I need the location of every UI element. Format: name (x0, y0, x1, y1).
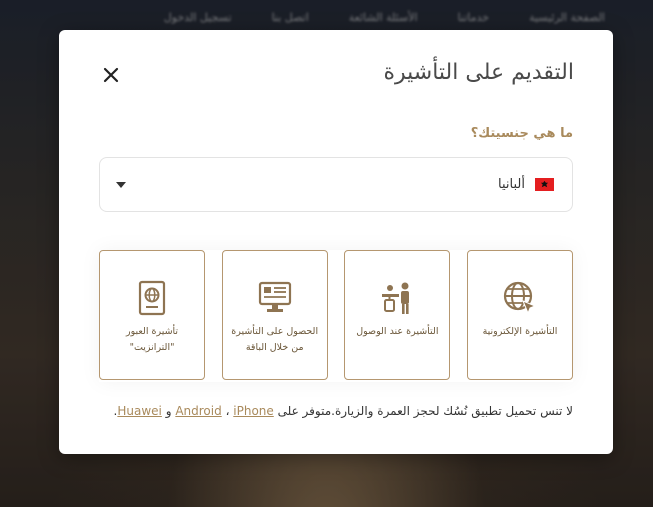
nationality-select[interactable]: ألبانيا (99, 157, 573, 212)
computer-screen-icon (257, 280, 293, 316)
huawei-link[interactable]: Huawei (117, 404, 162, 418)
transit-visa-card[interactable]: تأشيرة العبور "الترانزيت" (99, 250, 206, 380)
close-icon (103, 67, 119, 83)
app-download-note: لا تنس تحميل تطبيق نُسُك لحجز العمرة وال… (114, 404, 573, 418)
card-label: الحصول على التأشيرة من خلال الباقة (231, 326, 319, 353)
traveler-desk-icon (379, 280, 415, 316)
card-label: تأشيرة العبور "الترانزيت" (125, 326, 179, 353)
footer-and: و (165, 404, 172, 418)
android-link[interactable]: Android (175, 404, 221, 418)
card-label: التأشيرة الإلكترونية (482, 326, 558, 337)
albania-flag-icon (535, 178, 554, 191)
globe-cursor-icon (502, 280, 538, 316)
close-button[interactable] (99, 63, 123, 87)
nationality-question: ما هي جنسيتك؟ (470, 126, 573, 141)
visa-application-modal: التقديم على التأشيرة ما هي جنسيتك؟ ألبان… (59, 30, 613, 454)
nationality-selected-value: ألبانيا (498, 177, 525, 192)
e-visa-card[interactable]: التأشيرة الإلكترونية (467, 250, 573, 380)
card-label: التأشيرة عند الوصول (356, 326, 439, 337)
package-visa-card[interactable]: الحصول على التأشيرة من خلال الباقة (221, 250, 328, 380)
iphone-link[interactable]: iPhone (233, 404, 274, 418)
modal-title: التقديم على التأشيرة (383, 60, 574, 85)
footer-text: لا تنس تحميل تطبيق نُسُك لحجز العمرة وال… (277, 404, 573, 418)
visa-on-arrival-card[interactable]: التأشيرة عند الوصول (344, 250, 451, 380)
passport-icon (134, 280, 170, 316)
visa-type-options: التأشيرة الإلكترونية التأشيرة عند الوصول (99, 250, 573, 382)
footer-separator: ، (225, 404, 230, 418)
chevron-down-icon (116, 181, 126, 188)
